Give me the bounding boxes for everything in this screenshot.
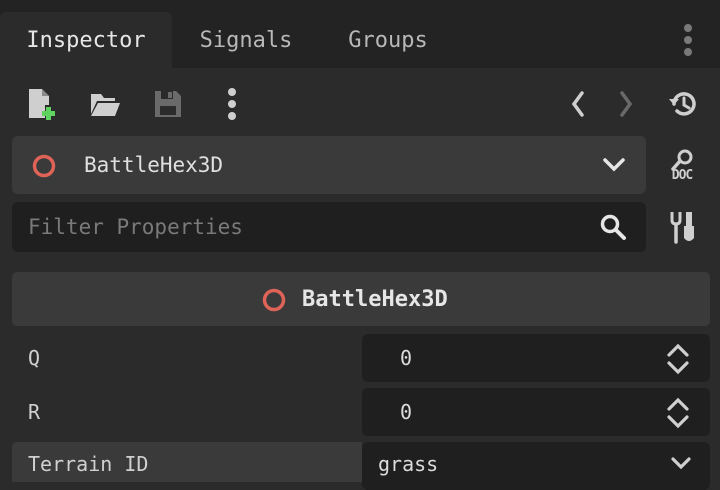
tab-groups[interactable]: Groups — [336, 12, 440, 68]
property-value-r: 0 — [400, 400, 413, 424]
tab-signals-label: Signals — [199, 27, 293, 53]
property-value-q: 0 — [400, 346, 413, 370]
history-back-icon[interactable] — [566, 88, 590, 120]
filter-properties-input[interactable] — [12, 202, 646, 252]
node-type-icon — [30, 152, 58, 180]
property-field-q[interactable] — [362, 334, 710, 382]
property-value-terrain-id: grass — [378, 452, 439, 476]
property-label-terrain-id: Terrain ID — [28, 452, 149, 476]
property-tools-icon[interactable] — [666, 210, 698, 244]
tab-inspector-label: Inspector — [26, 27, 146, 53]
new-resource-icon[interactable] — [24, 86, 58, 122]
node-type-icon — [260, 286, 288, 314]
tab-groups-label: Groups — [348, 27, 428, 53]
chevron-down-icon[interactable] — [600, 152, 628, 178]
node-selector-label: BattleHex3D — [84, 153, 224, 177]
open-folder-icon[interactable] — [88, 88, 122, 120]
section-header-title: BattleHex3D — [302, 286, 448, 312]
property-field-r[interactable] — [362, 388, 710, 436]
save-icon[interactable] — [152, 88, 184, 120]
object-history-icon[interactable] — [666, 88, 700, 120]
property-label-q: Q — [28, 346, 41, 370]
spin-stepper-icon[interactable] — [664, 342, 692, 376]
doc-icon-label: DOC — [671, 167, 693, 183]
spin-stepper-icon[interactable] — [664, 396, 692, 430]
tab-signals[interactable]: Signals — [186, 12, 306, 68]
chevron-down-icon[interactable] — [668, 456, 694, 472]
search-icon — [598, 212, 628, 242]
history-forward-icon[interactable] — [614, 88, 638, 120]
property-label-r: R — [28, 400, 41, 424]
toolbar-kebab-menu-icon[interactable] — [222, 86, 242, 122]
tab-menu-kebab-icon[interactable] — [676, 20, 700, 60]
tab-inspector[interactable]: Inspector — [0, 12, 172, 68]
